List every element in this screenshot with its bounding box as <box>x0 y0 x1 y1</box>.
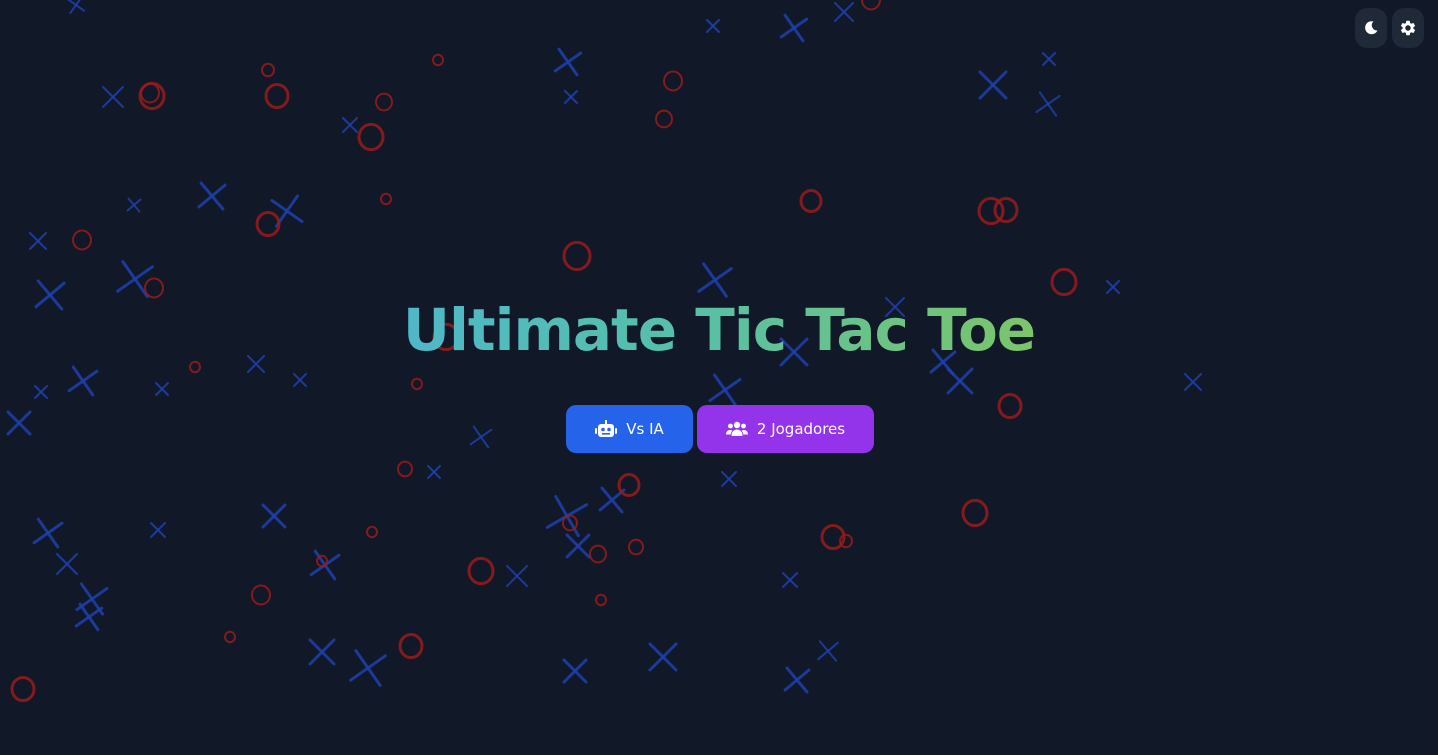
o-mark <box>663 70 683 92</box>
x-mark <box>506 565 528 587</box>
x-mark <box>721 471 737 487</box>
gear-icon <box>1400 20 1416 36</box>
x-mark <box>126 197 142 213</box>
x-mark <box>308 638 336 666</box>
o-mark <box>432 53 444 67</box>
x-mark <box>562 658 588 684</box>
o-mark <box>72 229 92 251</box>
o-mark <box>375 92 393 112</box>
x-mark <box>197 181 227 211</box>
x-mark <box>293 373 307 387</box>
o-mark <box>961 498 989 528</box>
o-mark <box>861 0 881 11</box>
x-mark <box>565 533 591 559</box>
x-mark <box>6 410 32 436</box>
x-mark <box>102 86 124 108</box>
x-mark <box>349 649 387 687</box>
settings-button[interactable] <box>1392 8 1424 48</box>
theme-toggle-button[interactable] <box>1355 8 1387 48</box>
x-mark <box>978 70 1008 100</box>
x-mark <box>150 522 166 538</box>
o-mark <box>261 62 275 78</box>
x-mark <box>817 640 839 662</box>
x-mark <box>34 385 48 399</box>
x-mark <box>66 0 86 15</box>
x-mark <box>648 642 678 672</box>
o-mark <box>251 584 271 606</box>
x-mark <box>469 425 493 449</box>
two-players-label: 2 Jogadores <box>756 420 846 438</box>
o-mark <box>589 544 607 564</box>
x-mark <box>56 553 78 575</box>
o-mark <box>467 556 495 586</box>
mode-buttons: Vs IA 2 Jogadores <box>566 405 874 453</box>
o-mark <box>595 593 607 607</box>
o-mark <box>655 109 673 129</box>
moon-icon <box>1365 21 1378 35</box>
x-mark <box>946 367 974 395</box>
o-mark <box>140 82 160 104</box>
o-mark <box>398 632 424 660</box>
x-mark <box>1035 91 1061 117</box>
x-mark <box>1042 52 1056 66</box>
o-mark <box>357 122 385 152</box>
vs-ai-label: Vs IA <box>626 420 664 438</box>
o-mark <box>562 240 592 272</box>
o-mark <box>411 377 423 391</box>
x-mark <box>553 47 583 77</box>
vs-ai-button[interactable]: Vs IA <box>566 405 693 453</box>
x-mark <box>706 19 720 33</box>
o-mark <box>366 525 378 539</box>
o-mark <box>10 675 36 703</box>
o-mark <box>264 82 290 110</box>
x-mark <box>342 117 358 133</box>
o-mark <box>617 473 641 497</box>
x-mark <box>29 232 47 250</box>
app-screen: Ultimate Tic Tac Toe Vs IA 2 Jogadores <box>0 0 1438 755</box>
x-mark <box>155 382 169 396</box>
o-mark <box>380 192 392 206</box>
o-mark <box>993 196 1019 224</box>
x-mark <box>75 582 109 616</box>
robot-icon <box>595 420 618 437</box>
x-mark <box>270 194 304 228</box>
o-mark <box>997 392 1023 420</box>
x-mark <box>427 465 441 479</box>
page-title: Ultimate Tic Tac Toe <box>0 290 1438 370</box>
x-mark <box>67 365 99 397</box>
two-players-button[interactable]: 2 Jogadores <box>697 405 874 453</box>
x-mark <box>32 517 64 549</box>
x-mark <box>782 572 798 588</box>
o-mark <box>224 630 236 644</box>
x-mark <box>564 90 578 104</box>
x-mark <box>779 13 809 43</box>
o-mark <box>255 210 281 238</box>
x-mark <box>708 373 742 407</box>
page-title-text: Ultimate Tic Tac Toe <box>402 296 1036 364</box>
users-icon <box>725 421 748 436</box>
x-mark <box>261 503 287 529</box>
o-mark <box>628 538 644 556</box>
o-mark <box>397 460 413 478</box>
x-mark <box>783 666 811 694</box>
o-mark <box>799 189 823 213</box>
x-mark <box>834 2 854 22</box>
x-mark <box>1184 373 1202 391</box>
background-pattern <box>6 0 1202 703</box>
